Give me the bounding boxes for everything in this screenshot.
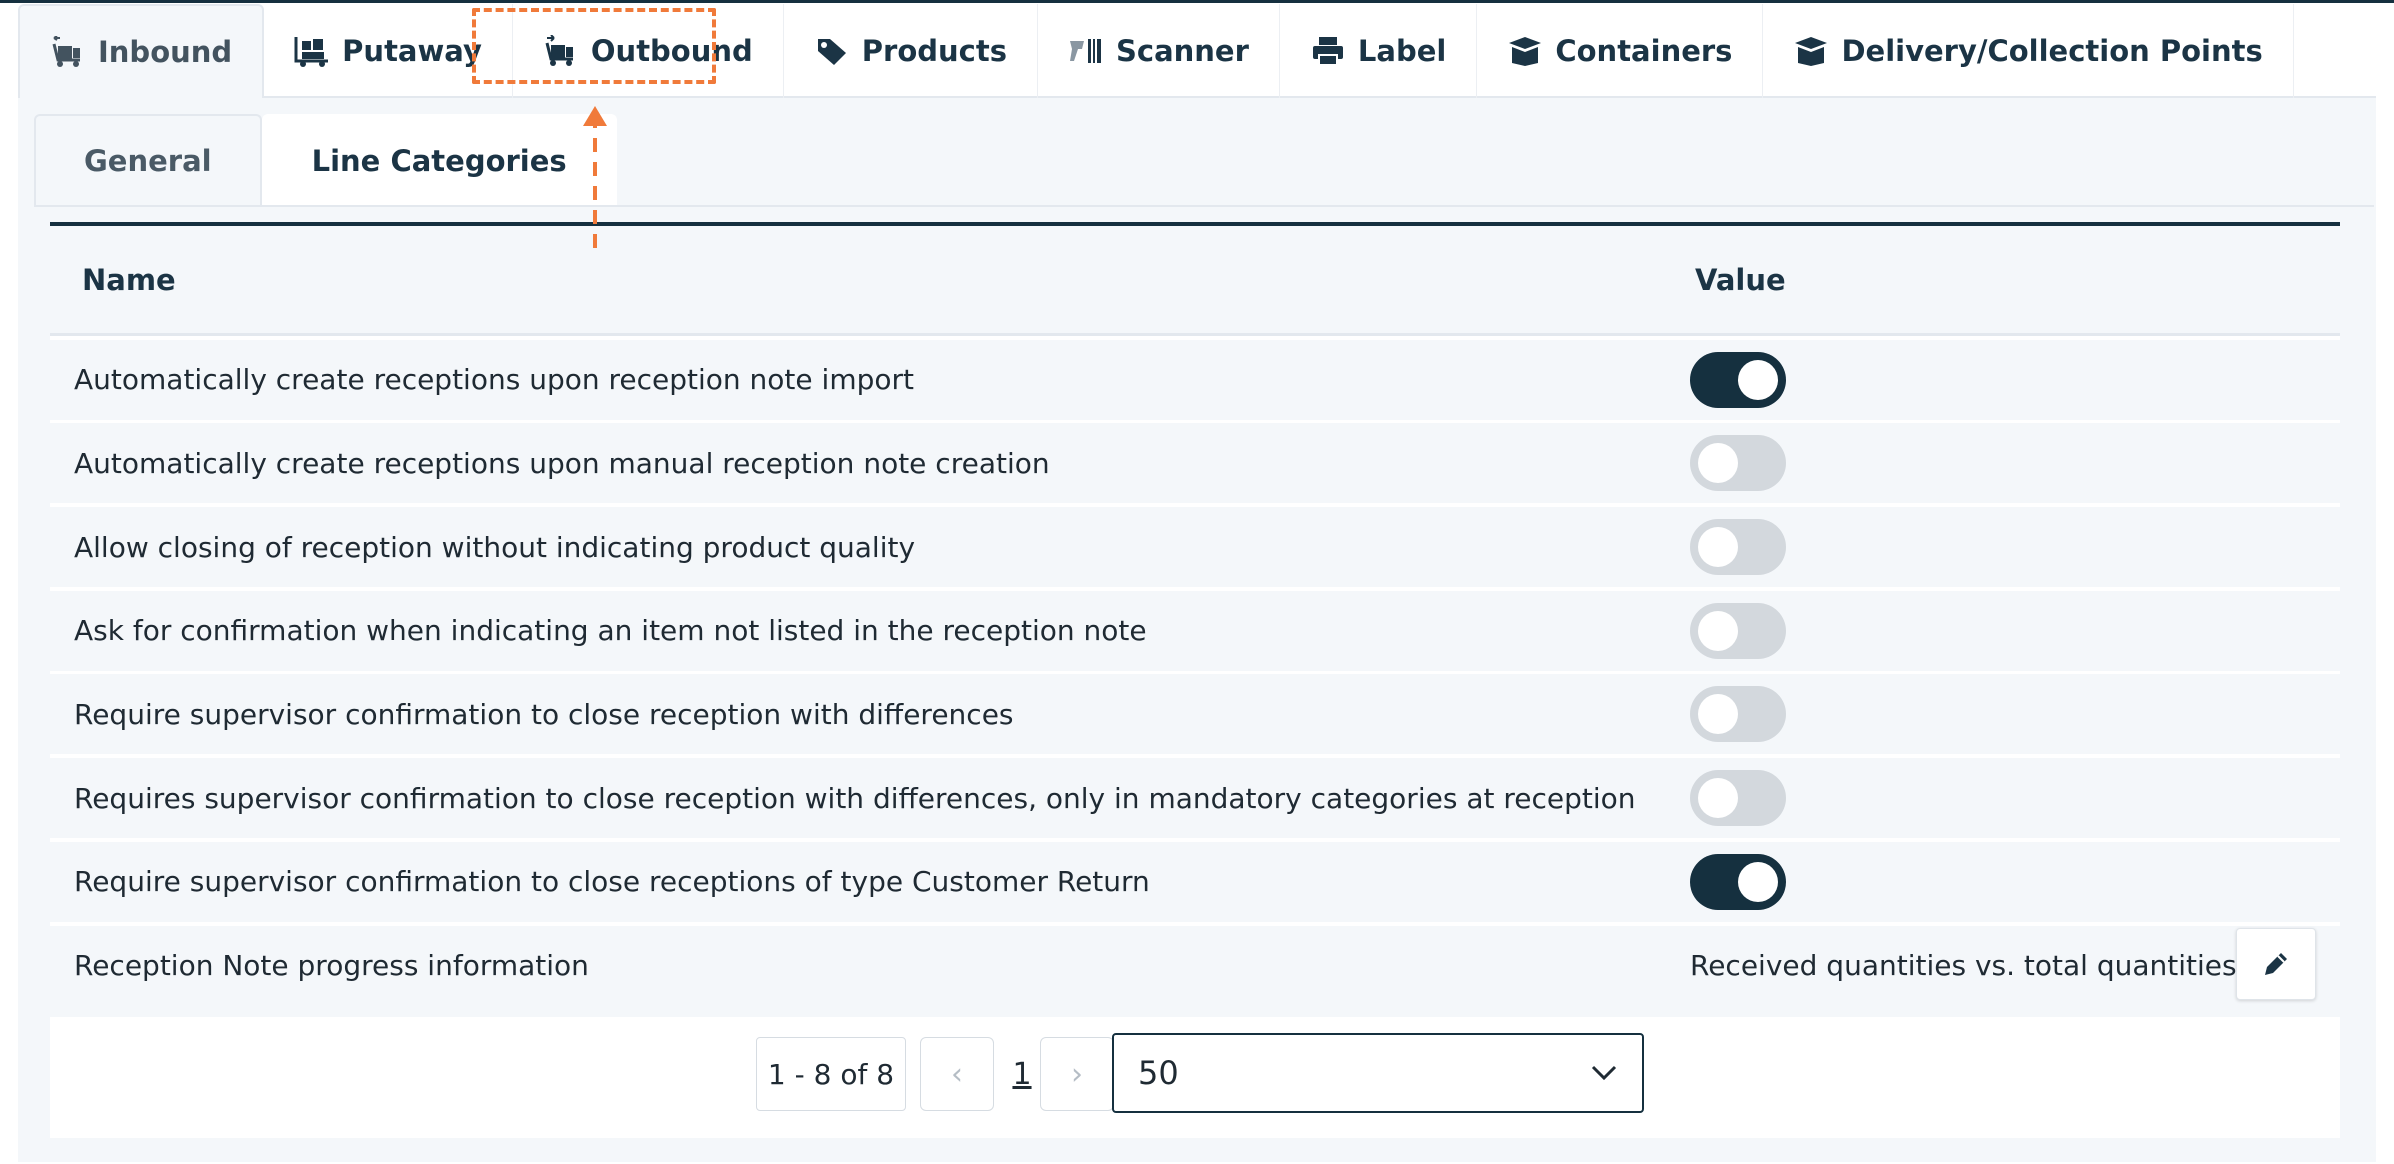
inbound-cart-icon (52, 36, 80, 67)
toggle-knob (1698, 694, 1738, 735)
subtab-line-categories[interactable]: Line Categories (261, 114, 617, 206)
toggle-switch[interactable] (1690, 519, 1786, 576)
tab-outbound[interactable]: Outbound (513, 4, 784, 98)
tab-label: Putaway (342, 34, 482, 68)
pagination-bar: 1 - 8 of 8 ‹ 1 › 50 (50, 1017, 2340, 1138)
subtab-label: Line Categories (311, 144, 567, 178)
next-page-button[interactable]: › (1040, 1037, 1114, 1111)
column-header-name: Name (82, 262, 176, 297)
toggle-knob (1738, 861, 1778, 902)
toggle-switch[interactable] (1690, 686, 1786, 743)
pagination-range: 1 - 8 of 8 (756, 1037, 906, 1111)
tab-label: Outbound (590, 34, 753, 68)
tab-products[interactable]: Products (784, 4, 1038, 98)
table-row: Ask for confirmation when indicating an … (50, 590, 2340, 671)
subtab-label: General (84, 144, 212, 178)
setting-name: Allow closing of reception without indic… (74, 530, 916, 564)
box-icon (1795, 37, 1828, 66)
outbound-cart-icon (545, 35, 573, 66)
subtab-general[interactable]: General (34, 114, 262, 206)
chevron-right-icon: › (1071, 1056, 1083, 1092)
setting-value-text: Received quantities vs. total quantities (1690, 949, 2237, 982)
tab-containers[interactable]: Containers (1477, 4, 1764, 98)
toggle-knob (1738, 359, 1778, 400)
table-header: Name Value (50, 226, 2340, 336)
tab-label[interactable]: Label (1280, 4, 1478, 98)
setting-name: Ask for confirmation when indicating an … (74, 614, 1147, 648)
setting-name: Require supervisor confirmation to close… (74, 865, 1150, 899)
subtab-divider (34, 205, 2374, 207)
tab-label: Containers (1555, 34, 1733, 68)
chevron-down-icon (1591, 1065, 1617, 1081)
setting-name: Require supervisor confirmation to close… (74, 697, 1014, 731)
tab-putaway[interactable]: Putaway (264, 4, 513, 98)
page-size-value: 50 (1138, 1054, 1179, 1092)
toggle-knob (1698, 610, 1738, 651)
tab-label-text: Label (1357, 34, 1447, 68)
toggle-switch[interactable] (1690, 351, 1786, 408)
toggle-knob (1698, 443, 1738, 484)
table-row: Automatically create receptions upon man… (50, 423, 2340, 504)
tag-icon (817, 39, 846, 65)
scanner-icon (1070, 39, 1101, 63)
toggle-switch[interactable] (1690, 770, 1786, 827)
toggle-knob (1698, 778, 1738, 819)
setting-name: Requires supervisor confirmation to clos… (74, 781, 1636, 815)
content-panel: General Line Categories Name Value Autom… (18, 98, 2376, 1162)
putaway-pallet-icon (294, 37, 329, 67)
sub-tab-bar: General Line Categories (34, 114, 617, 206)
toggle-switch[interactable] (1690, 853, 1786, 910)
settings-table: Name Value Automatically create receptio… (50, 222, 2340, 1006)
box-icon (1509, 37, 1542, 66)
top-accent-line (0, 0, 2394, 3)
tab-delivery-collection-points[interactable]: Delivery/Collection Points (1763, 4, 2294, 98)
tab-label: Inbound (98, 35, 233, 69)
prev-page-button[interactable]: ‹ (920, 1037, 994, 1111)
tab-label: Delivery/Collection Points (1841, 34, 2263, 68)
page-size-select[interactable]: 50 (1112, 1033, 1644, 1113)
toggle-switch[interactable] (1690, 602, 1786, 659)
printer-icon (1312, 37, 1343, 66)
setting-name: Reception Note progress information (74, 949, 589, 982)
toggle-switch[interactable] (1690, 435, 1786, 492)
page-number-link[interactable]: 1 (1002, 1037, 1042, 1111)
edit-button[interactable] (2236, 927, 2316, 1000)
table-row: Require supervisor confirmation to close… (50, 841, 2340, 922)
chevron-left-icon: ‹ (951, 1056, 963, 1092)
table-row: Automatically create receptions upon rec… (50, 339, 2340, 420)
pencil-icon (2265, 952, 2287, 975)
setting-name: Automatically create receptions upon rec… (74, 363, 914, 397)
table-row: Requires supervisor confirmation to clos… (50, 758, 2340, 839)
setting-name: Automatically create receptions upon man… (74, 446, 1050, 480)
tab-label: Products (861, 34, 1007, 68)
main-tab-bar: Inbound Putaway Outbound Products Scanne… (18, 4, 2376, 98)
toggle-knob (1698, 527, 1738, 568)
column-header-value: Value (1695, 262, 1786, 297)
tab-scanner[interactable]: Scanner (1038, 4, 1280, 98)
tab-inbound[interactable]: Inbound (18, 4, 265, 98)
table-row: Reception Note progress information Rece… (50, 925, 2340, 1006)
table-row: Allow closing of reception without indic… (50, 507, 2340, 588)
table-row: Require supervisor confirmation to close… (50, 674, 2340, 755)
tab-label: Scanner (1116, 34, 1249, 68)
